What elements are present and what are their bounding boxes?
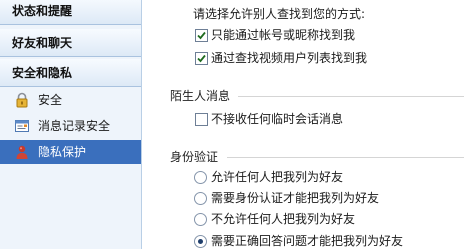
find-by-video-list-label: 通过查找视频用户列表找到我 (211, 51, 368, 65)
chat-log-icon (14, 118, 30, 134)
section-divider (238, 96, 464, 97)
stranger-messages-title: 陌生人消息 (170, 89, 231, 103)
reject-temp-session-checkbox[interactable] (195, 113, 208, 126)
sidebar-item-label: 消息记录安全 (38, 119, 111, 133)
sidebar-item-security[interactable]: 安全 (0, 88, 141, 112)
auth-allow-none-radio[interactable] (194, 213, 207, 226)
sidebar-item-message-log-security[interactable]: 消息记录安全 (0, 114, 141, 138)
find-by-account-checkbox[interactable] (195, 29, 208, 42)
user-privacy-icon (14, 144, 30, 160)
category-status-and-reminders[interactable]: 状态和提醒 (0, 0, 141, 25)
lock-icon (14, 92, 30, 108)
checkmark-icon (197, 31, 206, 40)
settings-sidebar: 状态和提醒 好友和聊天 安全和隐私 安全 消息记录安全 隐私保护 (0, 0, 142, 249)
auth-answer-question-radio[interactable] (194, 235, 207, 248)
sidebar-item-privacy-protection[interactable]: 隐私保护 (0, 140, 141, 164)
auth-allow-anyone-label: 允许任何人把我列为好友 (211, 170, 344, 184)
category-label: 好友和聊天 (12, 36, 73, 50)
auth-allow-none-label: 不允许任何人把我列为好友 (211, 212, 356, 226)
sidebar-item-label: 隐私保护 (38, 145, 87, 159)
find-me-prompt: 请选择允许别人查找到您的方式: (193, 7, 366, 21)
checkmark-icon (197, 54, 206, 63)
auth-answer-question-label: 需要正确回答问题才能把我列为好友 (211, 234, 404, 248)
identity-verification-title: 身份验证 (170, 150, 219, 164)
category-label: 状态和提醒 (12, 4, 73, 18)
auth-require-verification-radio[interactable] (194, 192, 207, 205)
category-label: 安全和隐私 (12, 66, 73, 80)
reject-temp-session-label: 不接收任何临时会话消息 (211, 112, 344, 126)
find-by-account-label: 只能通过帐号或昵称找到我 (211, 28, 356, 42)
category-security-and-privacy[interactable]: 安全和隐私 (0, 59, 141, 87)
auth-require-verification-label: 需要身份认证才能把我列为好友 (211, 191, 380, 205)
category-friends-and-chat[interactable]: 好友和聊天 (0, 29, 141, 57)
radio-selected-dot (198, 239, 203, 244)
find-by-video-list-checkbox[interactable] (195, 52, 208, 65)
section-divider (227, 157, 464, 158)
sidebar-item-label: 安全 (38, 93, 63, 107)
auth-allow-anyone-radio[interactable] (194, 171, 207, 184)
